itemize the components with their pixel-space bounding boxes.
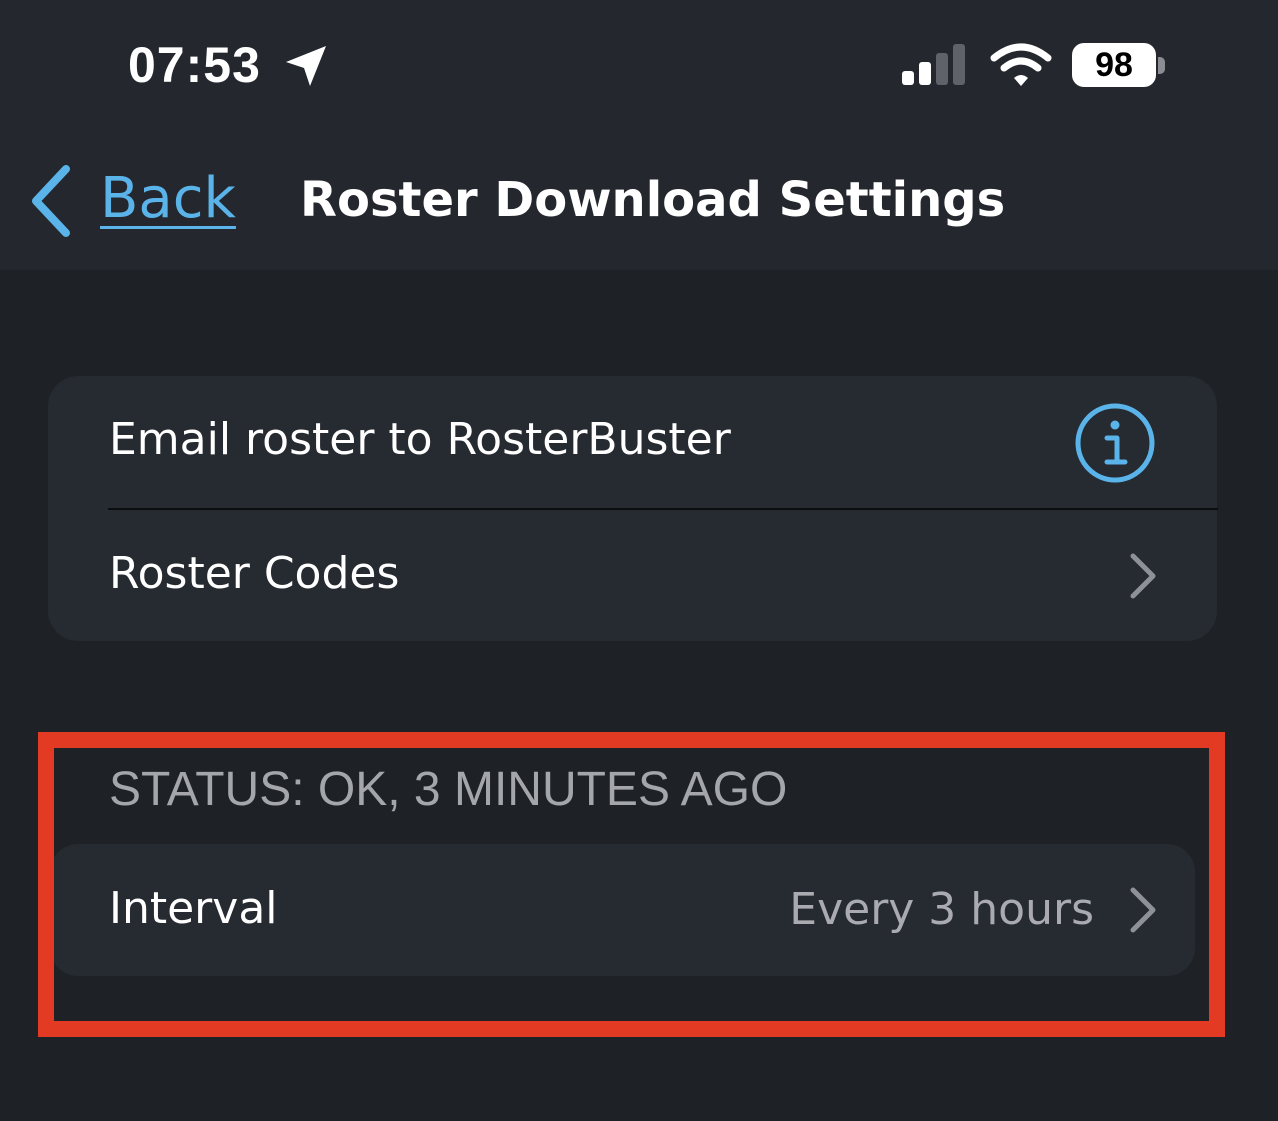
cellular-signal-icon bbox=[902, 44, 965, 85]
interval-value: Every 3 hours bbox=[789, 884, 1094, 935]
roster-codes-row[interactable]: Roster Codes bbox=[109, 548, 399, 599]
back-button[interactable]: Back bbox=[100, 166, 236, 231]
info-icon[interactable] bbox=[1074, 402, 1156, 484]
chevron-right-icon[interactable] bbox=[1128, 552, 1158, 600]
interval-label: Interval bbox=[109, 883, 278, 934]
battery-level: 98 bbox=[1095, 46, 1133, 84]
wifi-icon bbox=[990, 43, 1052, 86]
status-bar: 07:53 98 bbox=[0, 0, 1278, 130]
battery-cap bbox=[1158, 57, 1165, 74]
back-chevron-icon[interactable] bbox=[28, 165, 72, 237]
status-section-header: STATUS: OK, 3 MINUTES AGO bbox=[109, 763, 788, 816]
battery-icon: 98 bbox=[1072, 43, 1156, 87]
chevron-right-icon[interactable] bbox=[1128, 886, 1158, 934]
email-roster-row[interactable]: Email roster to RosterBuster bbox=[109, 414, 731, 465]
location-arrow-icon bbox=[286, 46, 326, 86]
page-title: Roster Download Settings bbox=[300, 172, 1006, 228]
row-divider bbox=[108, 508, 1218, 510]
navigation-header: 07:53 98 Back Roster Download Settings bbox=[0, 0, 1278, 270]
status-time: 07:53 bbox=[128, 37, 261, 93]
